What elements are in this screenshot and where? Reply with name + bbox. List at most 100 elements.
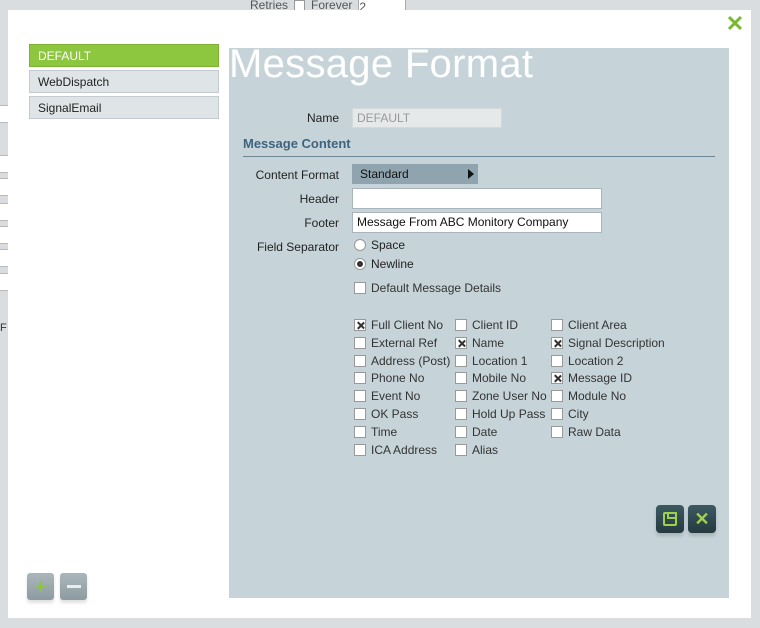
field-checkbox[interactable] — [354, 336, 366, 349]
format-list-item-signalemail[interactable]: SignalEmail — [29, 96, 219, 119]
format-list-item-default[interactable]: DEFAULT — [29, 44, 219, 67]
close-icon[interactable]: ✕ — [725, 13, 745, 35]
radio-space[interactable] — [354, 239, 366, 251]
field-checkbox[interactable] — [551, 408, 563, 420]
field-checkbox[interactable] — [455, 408, 467, 420]
field-label: External Ref — [371, 335, 438, 350]
message-format-dialog: ✕ DEFAULT WebDispatch SignalEmail + Mess… — [8, 10, 751, 618]
message-field-option[interactable]: Client Area — [551, 318, 627, 332]
save-icon — [663, 512, 677, 526]
background-field — [0, 105, 8, 123]
background-letter: F — [0, 322, 7, 334]
field-label: Client ID — [472, 318, 519, 332]
field-separator-label: Field Separator — [256, 240, 339, 254]
separator-option-space[interactable]: Space — [354, 238, 405, 252]
field-checkbox[interactable] — [354, 390, 366, 403]
field-checkbox[interactable] — [354, 408, 366, 420]
field-checkbox[interactable] — [455, 336, 467, 349]
plus-icon: + — [34, 573, 47, 599]
field-checkbox[interactable] — [551, 372, 563, 385]
field-label: Client Area — [568, 318, 627, 332]
separator-option-label: Space — [371, 238, 406, 252]
background-field — [0, 155, 8, 173]
message-field-option[interactable]: Hold Up Pass — [455, 407, 545, 421]
message-field-option[interactable]: Raw Data — [551, 425, 621, 439]
default-message-details[interactable]: Default Message Details — [354, 281, 501, 295]
content-format-select[interactable]: Standard — [352, 164, 478, 184]
name-field: DEFAULT — [352, 108, 502, 128]
field-checkbox[interactable] — [551, 425, 563, 438]
message-field-option[interactable]: Zone User No — [455, 389, 547, 403]
message-field-option[interactable]: City — [551, 407, 589, 421]
message-field-option[interactable]: Alias — [455, 443, 498, 457]
message-field-option[interactable]: Full Client No — [354, 318, 443, 332]
field-label: Phone No — [371, 371, 425, 386]
field-label: City — [568, 407, 589, 421]
field-checkbox[interactable] — [551, 390, 563, 403]
separator-option-newline[interactable]: Newline — [354, 257, 414, 271]
background-field — [0, 203, 8, 221]
section-title: Message Content — [243, 136, 715, 157]
field-checkbox[interactable] — [455, 354, 467, 367]
field-label: Signal Description — [568, 335, 665, 350]
background-field — [0, 273, 8, 291]
field-label: Alias — [472, 442, 499, 457]
message-field-option[interactable]: Phone No — [354, 371, 424, 385]
message-field-option[interactable]: Signal Description — [551, 336, 665, 350]
format-list: DEFAULT WebDispatch SignalEmail — [29, 44, 219, 122]
field-checkbox[interactable] — [354, 443, 366, 456]
message-field-option[interactable]: Module No — [551, 389, 626, 403]
field-label: OK Pass — [371, 407, 419, 421]
add-format-button[interactable]: + — [27, 573, 54, 600]
remove-format-button[interactable] — [60, 573, 87, 600]
background-field — [0, 178, 8, 196]
field-checkbox[interactable] — [455, 390, 467, 403]
message-field-option[interactable]: Name — [455, 336, 504, 350]
field-checkbox[interactable] — [551, 319, 563, 331]
field-label: Time — [371, 424, 398, 439]
field-label: Location 2 — [568, 353, 624, 368]
message-field-option[interactable]: ICA Address — [354, 443, 437, 457]
field-label: Hold Up Pass — [472, 407, 546, 421]
message-field-option[interactable]: External Ref — [354, 336, 437, 350]
message-field-option[interactable]: Location 1 — [455, 354, 527, 368]
message-field-option[interactable]: OK Pass — [354, 407, 418, 421]
format-list-item-webdispatch[interactable]: WebDispatch — [29, 70, 219, 93]
field-label: Raw Data — [568, 424, 621, 439]
header-input[interactable] — [352, 188, 602, 209]
field-checkbox[interactable] — [455, 372, 467, 385]
message-field-option[interactable]: Message ID — [551, 371, 632, 385]
radio-newline[interactable] — [354, 258, 366, 270]
message-field-option[interactable]: Client ID — [455, 318, 518, 332]
background-forever-checkbox — [294, 0, 306, 11]
content-format-value: Standard — [360, 167, 409, 181]
field-checkbox[interactable] — [354, 372, 366, 385]
default-details-checkbox[interactable] — [354, 282, 366, 294]
field-label: Module No — [568, 389, 627, 404]
field-label: Mobile No — [472, 371, 527, 386]
field-label: ICA Address — [371, 442, 438, 457]
message-field-option[interactable]: Location 2 — [551, 354, 623, 368]
caret-right-icon — [468, 169, 474, 179]
message-field-option[interactable]: Date — [455, 425, 497, 439]
background-field — [0, 249, 8, 267]
message-field-option[interactable]: Event No — [354, 389, 420, 403]
field-checkbox[interactable] — [354, 354, 366, 367]
field-label: Message ID — [568, 371, 633, 386]
message-field-option[interactable]: Address (Post) — [354, 354, 450, 368]
save-button[interactable] — [656, 505, 684, 533]
field-checkbox[interactable] — [455, 443, 467, 456]
field-checkbox[interactable] — [455, 425, 467, 438]
field-checkbox[interactable] — [354, 425, 366, 438]
cancel-button[interactable]: ✕ — [688, 505, 716, 533]
field-checkbox[interactable] — [354, 319, 366, 331]
field-label: Event No — [371, 389, 421, 404]
field-checkbox[interactable] — [551, 336, 563, 349]
message-field-option[interactable]: Mobile No — [455, 371, 526, 385]
field-checkbox[interactable] — [551, 354, 563, 367]
field-checkbox[interactable] — [455, 319, 467, 331]
footer-input[interactable]: Message From ABC Monitory Company — [352, 212, 602, 233]
message-field-option[interactable]: Time — [354, 425, 397, 439]
cancel-icon: ✕ — [694, 509, 710, 529]
separator-option-label: Newline — [371, 257, 414, 271]
